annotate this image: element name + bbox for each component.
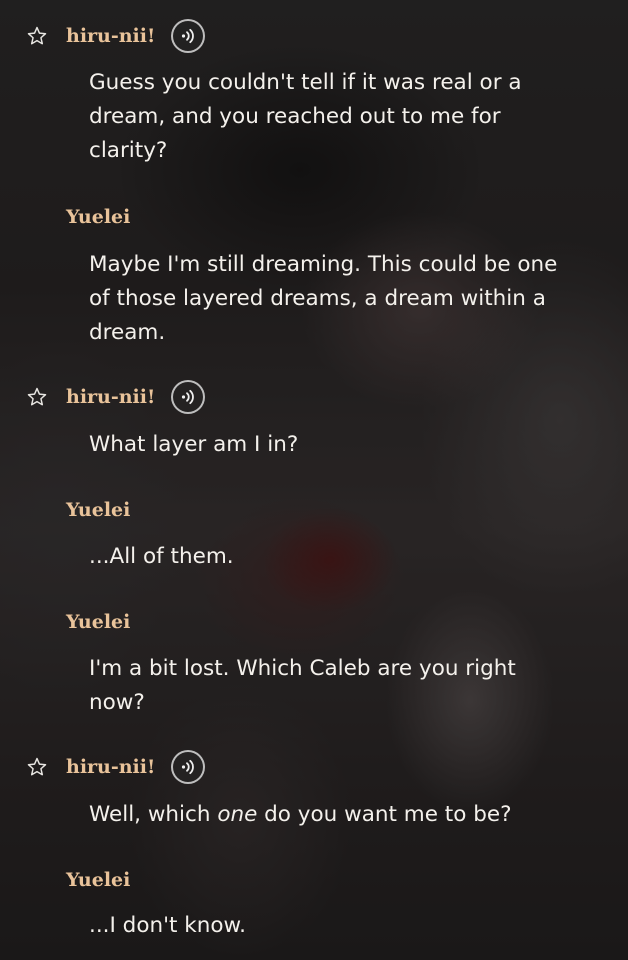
speaker-name: hiru-nii! [66, 25, 156, 47]
speaker-name: hiru-nii! [66, 756, 156, 778]
message-text: Maybe I'm still dreaming. This could be … [89, 252, 558, 345]
message-text-part: do you want me to be? [257, 802, 512, 827]
speaker-play-icon [181, 759, 194, 775]
message-text: ...All of them. [89, 544, 234, 569]
audio-play-button[interactable] [171, 19, 205, 53]
speaker-play-icon [181, 28, 194, 44]
audio-play-button[interactable] [171, 380, 205, 414]
star-outline-icon[interactable] [26, 25, 48, 47]
speaker-play-icon [181, 389, 194, 405]
speaker-name: Yuelei [66, 499, 131, 521]
speaker-name: Yuelei [66, 611, 131, 633]
message-text: What layer am I in? [89, 432, 299, 457]
message-text: ...I don't know. [89, 913, 246, 938]
star-outline-icon[interactable] [26, 386, 48, 408]
message-text: Guess you couldn't tell if it was real o… [89, 70, 522, 163]
audio-play-button[interactable] [171, 750, 205, 784]
speaker-name: hiru-nii! [66, 386, 156, 408]
message-text: I'm a bit lost. Which Caleb are you righ… [89, 656, 516, 715]
star-outline-icon[interactable] [26, 756, 48, 778]
message-text-part: Well, which [89, 802, 218, 827]
chat-feed: hiru-nii! Guess you couldn't tell if it … [0, 0, 628, 960]
message-text: Well, which one do you want me to be? [89, 798, 559, 832]
message-emphasis: one [217, 802, 258, 827]
speaker-name: Yuelei [66, 206, 131, 228]
speaker-name: Yuelei [66, 869, 131, 891]
